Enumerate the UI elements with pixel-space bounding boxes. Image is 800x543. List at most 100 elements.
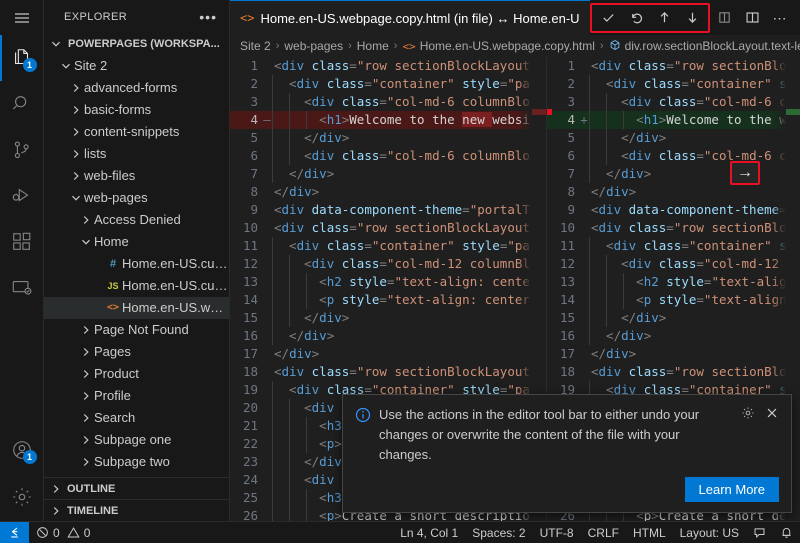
tree-item[interactable]: basic-forms: [44, 99, 229, 121]
activity-explorer[interactable]: 1: [0, 35, 44, 81]
code-line[interactable]: 15 </div>: [547, 309, 800, 327]
code-line[interactable]: 1 <div class="row sectionBlockLa: [547, 57, 800, 75]
tree-item[interactable]: Search: [44, 407, 229, 429]
tree-item[interactable]: Home: [44, 231, 229, 253]
hamburger-menu-icon[interactable]: [0, 0, 44, 35]
status-eol[interactable]: CRLF: [581, 522, 626, 543]
code-line[interactable]: 17 </div>: [230, 345, 546, 363]
code-line[interactable]: 5 </div>: [547, 129, 800, 147]
code-line[interactable]: 18 <div class="row sectionBlockLa: [547, 363, 800, 381]
status-problems[interactable]: 0 0: [29, 522, 97, 543]
previous-change-button[interactable]: [650, 4, 678, 32]
activity-search[interactable]: [0, 81, 44, 127]
breadcrumb-item[interactable]: web-pages: [284, 39, 343, 53]
tree-item[interactable]: web-templates: [44, 473, 229, 477]
code-line[interactable]: 12 <div class="col-md-12 colu: [547, 255, 800, 273]
tree-item[interactable]: Pages: [44, 341, 229, 363]
toggle-inline-view-button[interactable]: [710, 4, 738, 32]
tree-item[interactable]: Page Not Found: [44, 319, 229, 341]
breadcrumb-item[interactable]: <> Home.en-US.webpage.copy.html: [402, 39, 594, 53]
tree-item[interactable]: web-files: [44, 165, 229, 187]
code-line[interactable]: 2 <div class="container" style="pa: [230, 75, 546, 93]
code-line[interactable]: 4 — <h1>Welcome to the new websi: [230, 111, 546, 129]
code-line[interactable]: 10 <div class="row sectionBlockLa: [547, 219, 800, 237]
code-line[interactable]: 1 <div class="row sectionBlockLayout: [230, 57, 546, 75]
status-encoding[interactable]: UTF-8: [533, 522, 581, 543]
code-line[interactable]: 14 <p style="text-align: ce: [547, 291, 800, 309]
tree-item[interactable]: Site 2: [44, 55, 229, 77]
editor-tab-diff[interactable]: <> Home.en-US.webpage.copy.html (in file…: [230, 0, 590, 35]
tree-item[interactable]: content-snippets: [44, 121, 229, 143]
code-line[interactable]: 8 </div>: [547, 183, 800, 201]
code-line[interactable]: 8 </div>: [230, 183, 546, 201]
split-editor-button[interactable]: [738, 4, 766, 32]
tree-item[interactable]: Profile: [44, 385, 229, 407]
tree-item[interactable]: JS Home.en-US.cust...: [44, 275, 229, 297]
tree-item[interactable]: Subpage two: [44, 451, 229, 473]
file-tree[interactable]: Site 2 advanced-forms basic-forms content-s…: [44, 55, 229, 477]
code-line[interactable]: 2 <div class="container" style: [547, 75, 800, 93]
code-line[interactable]: 4+ <h1>Welcome to the websi: [547, 111, 800, 129]
activity-extensions[interactable]: [0, 219, 44, 265]
revert-change-arrow-button[interactable]: →: [730, 161, 760, 185]
more-actions-button[interactable]: ⋯: [766, 4, 794, 32]
status-bell-icon[interactable]: [773, 522, 800, 543]
tree-item[interactable]: Access Denied: [44, 209, 229, 231]
activity-run-debug[interactable]: [0, 173, 44, 219]
breadcrumb-item[interactable]: Site 2: [240, 39, 271, 53]
workspace-section-header[interactable]: POWERPAGES (WORKSPA...: [44, 34, 229, 55]
code-line[interactable]: 11 <div class="container" style: [547, 237, 800, 255]
tree-item[interactable]: # Home.en-US.cust...: [44, 253, 229, 275]
code-line[interactable]: 10 <div class="row sectionBlockLayout: [230, 219, 546, 237]
code-line[interactable]: 9 <div data-component-theme="portalT: [230, 201, 546, 219]
revert-changes-button[interactable]: [622, 4, 650, 32]
activity-manage-gear-icon[interactable]: [0, 473, 44, 521]
code-line[interactable]: 14 <p style="text-align: center: [230, 291, 546, 309]
code-line[interactable]: 13 <h2 style="text-align: c: [547, 273, 800, 291]
notification-gear-icon[interactable]: [741, 406, 755, 425]
breadcrumb-item[interactable]: div.row.sectionBlockLayout.text-left: [609, 39, 800, 54]
code-line[interactable]: 12 <div class="col-md-12 columnBl: [230, 255, 546, 273]
status-cursor-position[interactable]: Ln 4, Col 1: [393, 522, 465, 543]
code-line[interactable]: 5 </div>: [230, 129, 546, 147]
code-line[interactable]: 15 </div>: [230, 309, 546, 327]
accept-changes-button[interactable]: [594, 4, 622, 32]
code-line[interactable]: 18 <div class="row sectionBlockLayout: [230, 363, 546, 381]
code-line[interactable]: 17 </div>: [547, 345, 800, 363]
code-line[interactable]: 11 <div class="container" style="pa: [230, 237, 546, 255]
code-line[interactable]: 16 </div>: [547, 327, 800, 345]
tree-item[interactable]: <> Home.en-US.web...: [44, 296, 229, 319]
status-keyboard-layout[interactable]: Layout: US: [673, 522, 746, 543]
tree-item[interactable]: lists: [44, 143, 229, 165]
tree-item[interactable]: Product: [44, 363, 229, 385]
activity-accounts[interactable]: 1: [0, 427, 44, 473]
code-line[interactable]: 6 <div class="col-md-6 colum: [547, 147, 800, 165]
code-line[interactable]: 9 <div data-component-theme="por: [547, 201, 800, 219]
code-line[interactable]: 13 <h2 style="text-align: cente: [230, 273, 546, 291]
sidebar-panel-outline[interactable]: OUTLINE: [44, 477, 229, 499]
status-language-mode[interactable]: HTML: [626, 522, 673, 543]
code-line[interactable]: 3 <div class="col-md-6 columnBlo: [230, 93, 546, 111]
tree-item[interactable]: Subpage one: [44, 429, 229, 451]
code-line[interactable]: 16 </div>: [230, 327, 546, 345]
notification-close-icon[interactable]: [765, 406, 779, 425]
chevron-right-icon: [78, 346, 94, 358]
status-remote-indicator[interactable]: [0, 521, 29, 543]
next-change-button[interactable]: [678, 4, 706, 32]
code-line[interactable]: 7 </div>: [547, 165, 800, 183]
code-line[interactable]: 6 <div class="col-md-6 columnBlo: [230, 147, 546, 165]
learn-more-button[interactable]: Learn More: [684, 477, 779, 502]
code-token: =: [666, 58, 674, 73]
status-indentation[interactable]: Spaces: 2: [465, 522, 532, 543]
activity-source-control[interactable]: [0, 127, 44, 173]
activity-remote-explorer[interactable]: [0, 265, 44, 311]
sidebar-panel-timeline[interactable]: TIMELINE: [44, 499, 229, 521]
tree-item[interactable]: advanced-forms: [44, 77, 229, 99]
status-feedback-icon[interactable]: [746, 522, 773, 543]
sidebar-more-actions-icon[interactable]: •••: [199, 9, 217, 25]
tree-item[interactable]: web-pages: [44, 187, 229, 209]
code-line[interactable]: 3 <div class="col-md-6 colum: [547, 93, 800, 111]
code-line[interactable]: 7 </div>: [230, 165, 546, 183]
code-token: <: [591, 220, 599, 235]
breadcrumb-item[interactable]: Home: [357, 39, 389, 53]
